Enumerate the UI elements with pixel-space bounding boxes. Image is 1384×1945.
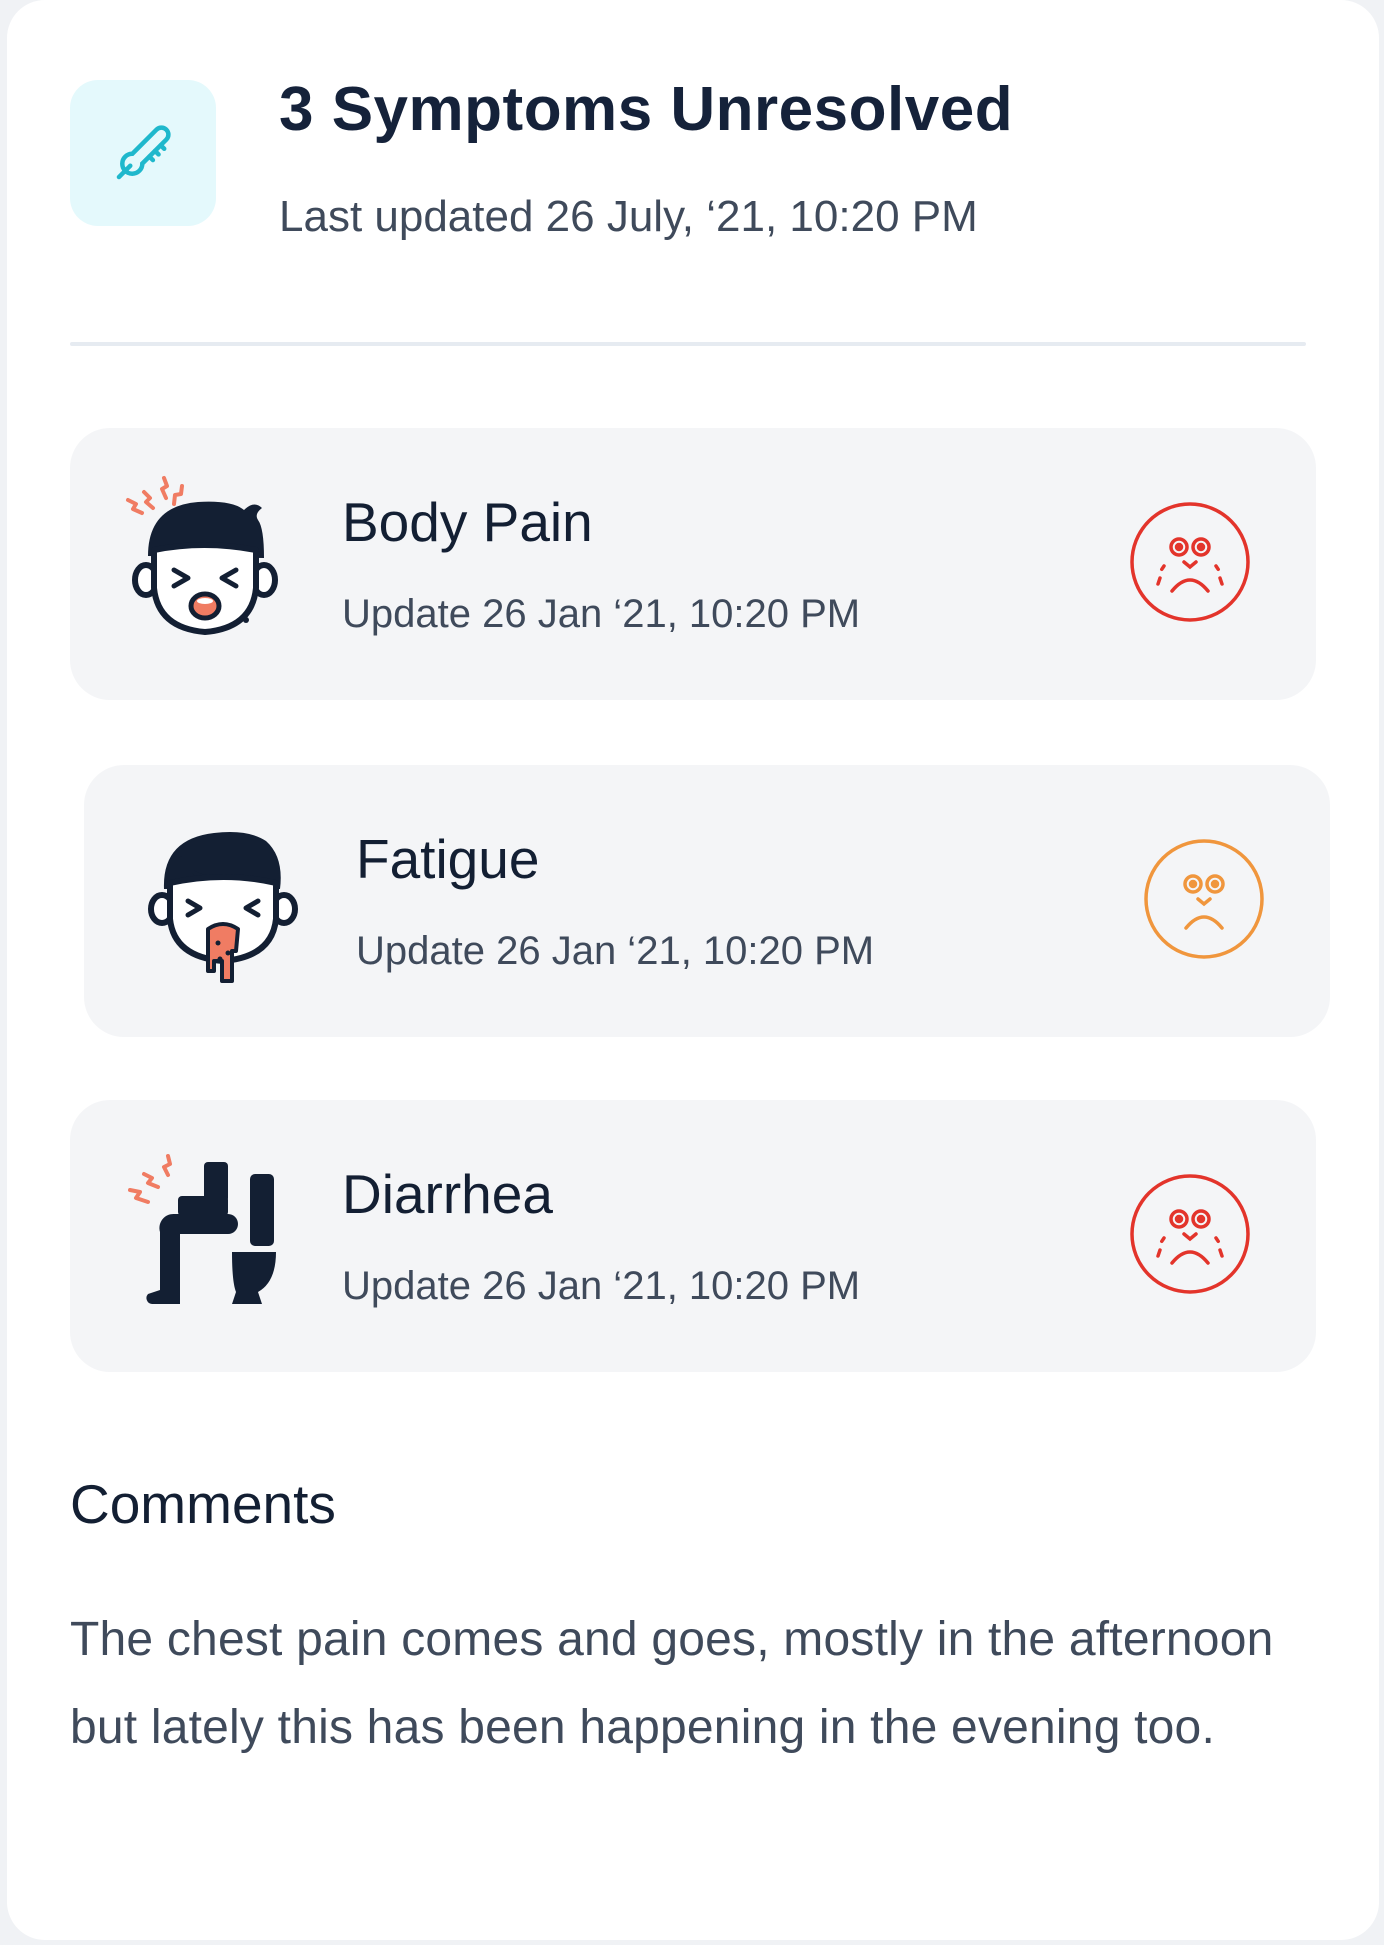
vomiting-face-icon	[148, 832, 298, 983]
comments-text: The chest pain comes and goes, mostly in…	[70, 1613, 1274, 1754]
divider	[70, 342, 1306, 346]
thermometer-icon-tile	[70, 80, 216, 226]
symptom-name: Diarrhea	[342, 1163, 553, 1225]
symptom-name: Body Pain	[342, 491, 593, 553]
symptom-card-body-pain[interactable]: Body Pain Update 26 Jan ‘21, 10:20 PM	[70, 428, 1316, 700]
comments-heading: Comments	[70, 1473, 336, 1535]
severity-sad-face-icon	[1144, 839, 1264, 959]
severity-sad-face-icon	[1130, 1174, 1250, 1294]
page-title: 3 Symptoms Unresolved	[279, 75, 1014, 144]
symptoms-card: 3 Symptoms Unresolved Last updated 26 Ju…	[7, 0, 1379, 1940]
symptom-card-fatigue[interactable]: Fatigue Update 26 Jan ‘21, 10:20 PM	[84, 765, 1330, 1037]
symptom-updated-date: Update 26 Jan ‘21, 10:20 PM	[356, 929, 875, 973]
severity-sad-face-icon	[1130, 502, 1250, 622]
symptom-card-diarrhea[interactable]: Diarrhea Update 26 Jan ‘21, 10:20 PM	[70, 1100, 1316, 1372]
last-updated-text: Last updated 26 July, ‘21, 10:20 PM	[279, 192, 978, 241]
symptom-updated-date: Update 26 Jan ‘21, 10:20 PM	[342, 1264, 861, 1308]
toilet-person-icon	[128, 1154, 276, 1304]
symptom-name: Fatigue	[356, 828, 540, 890]
symptom-updated-date: Update 26 Jan ‘21, 10:20 PM	[342, 592, 861, 636]
body-pain-face-icon	[126, 476, 278, 635]
thermometer-icon	[116, 125, 171, 180]
